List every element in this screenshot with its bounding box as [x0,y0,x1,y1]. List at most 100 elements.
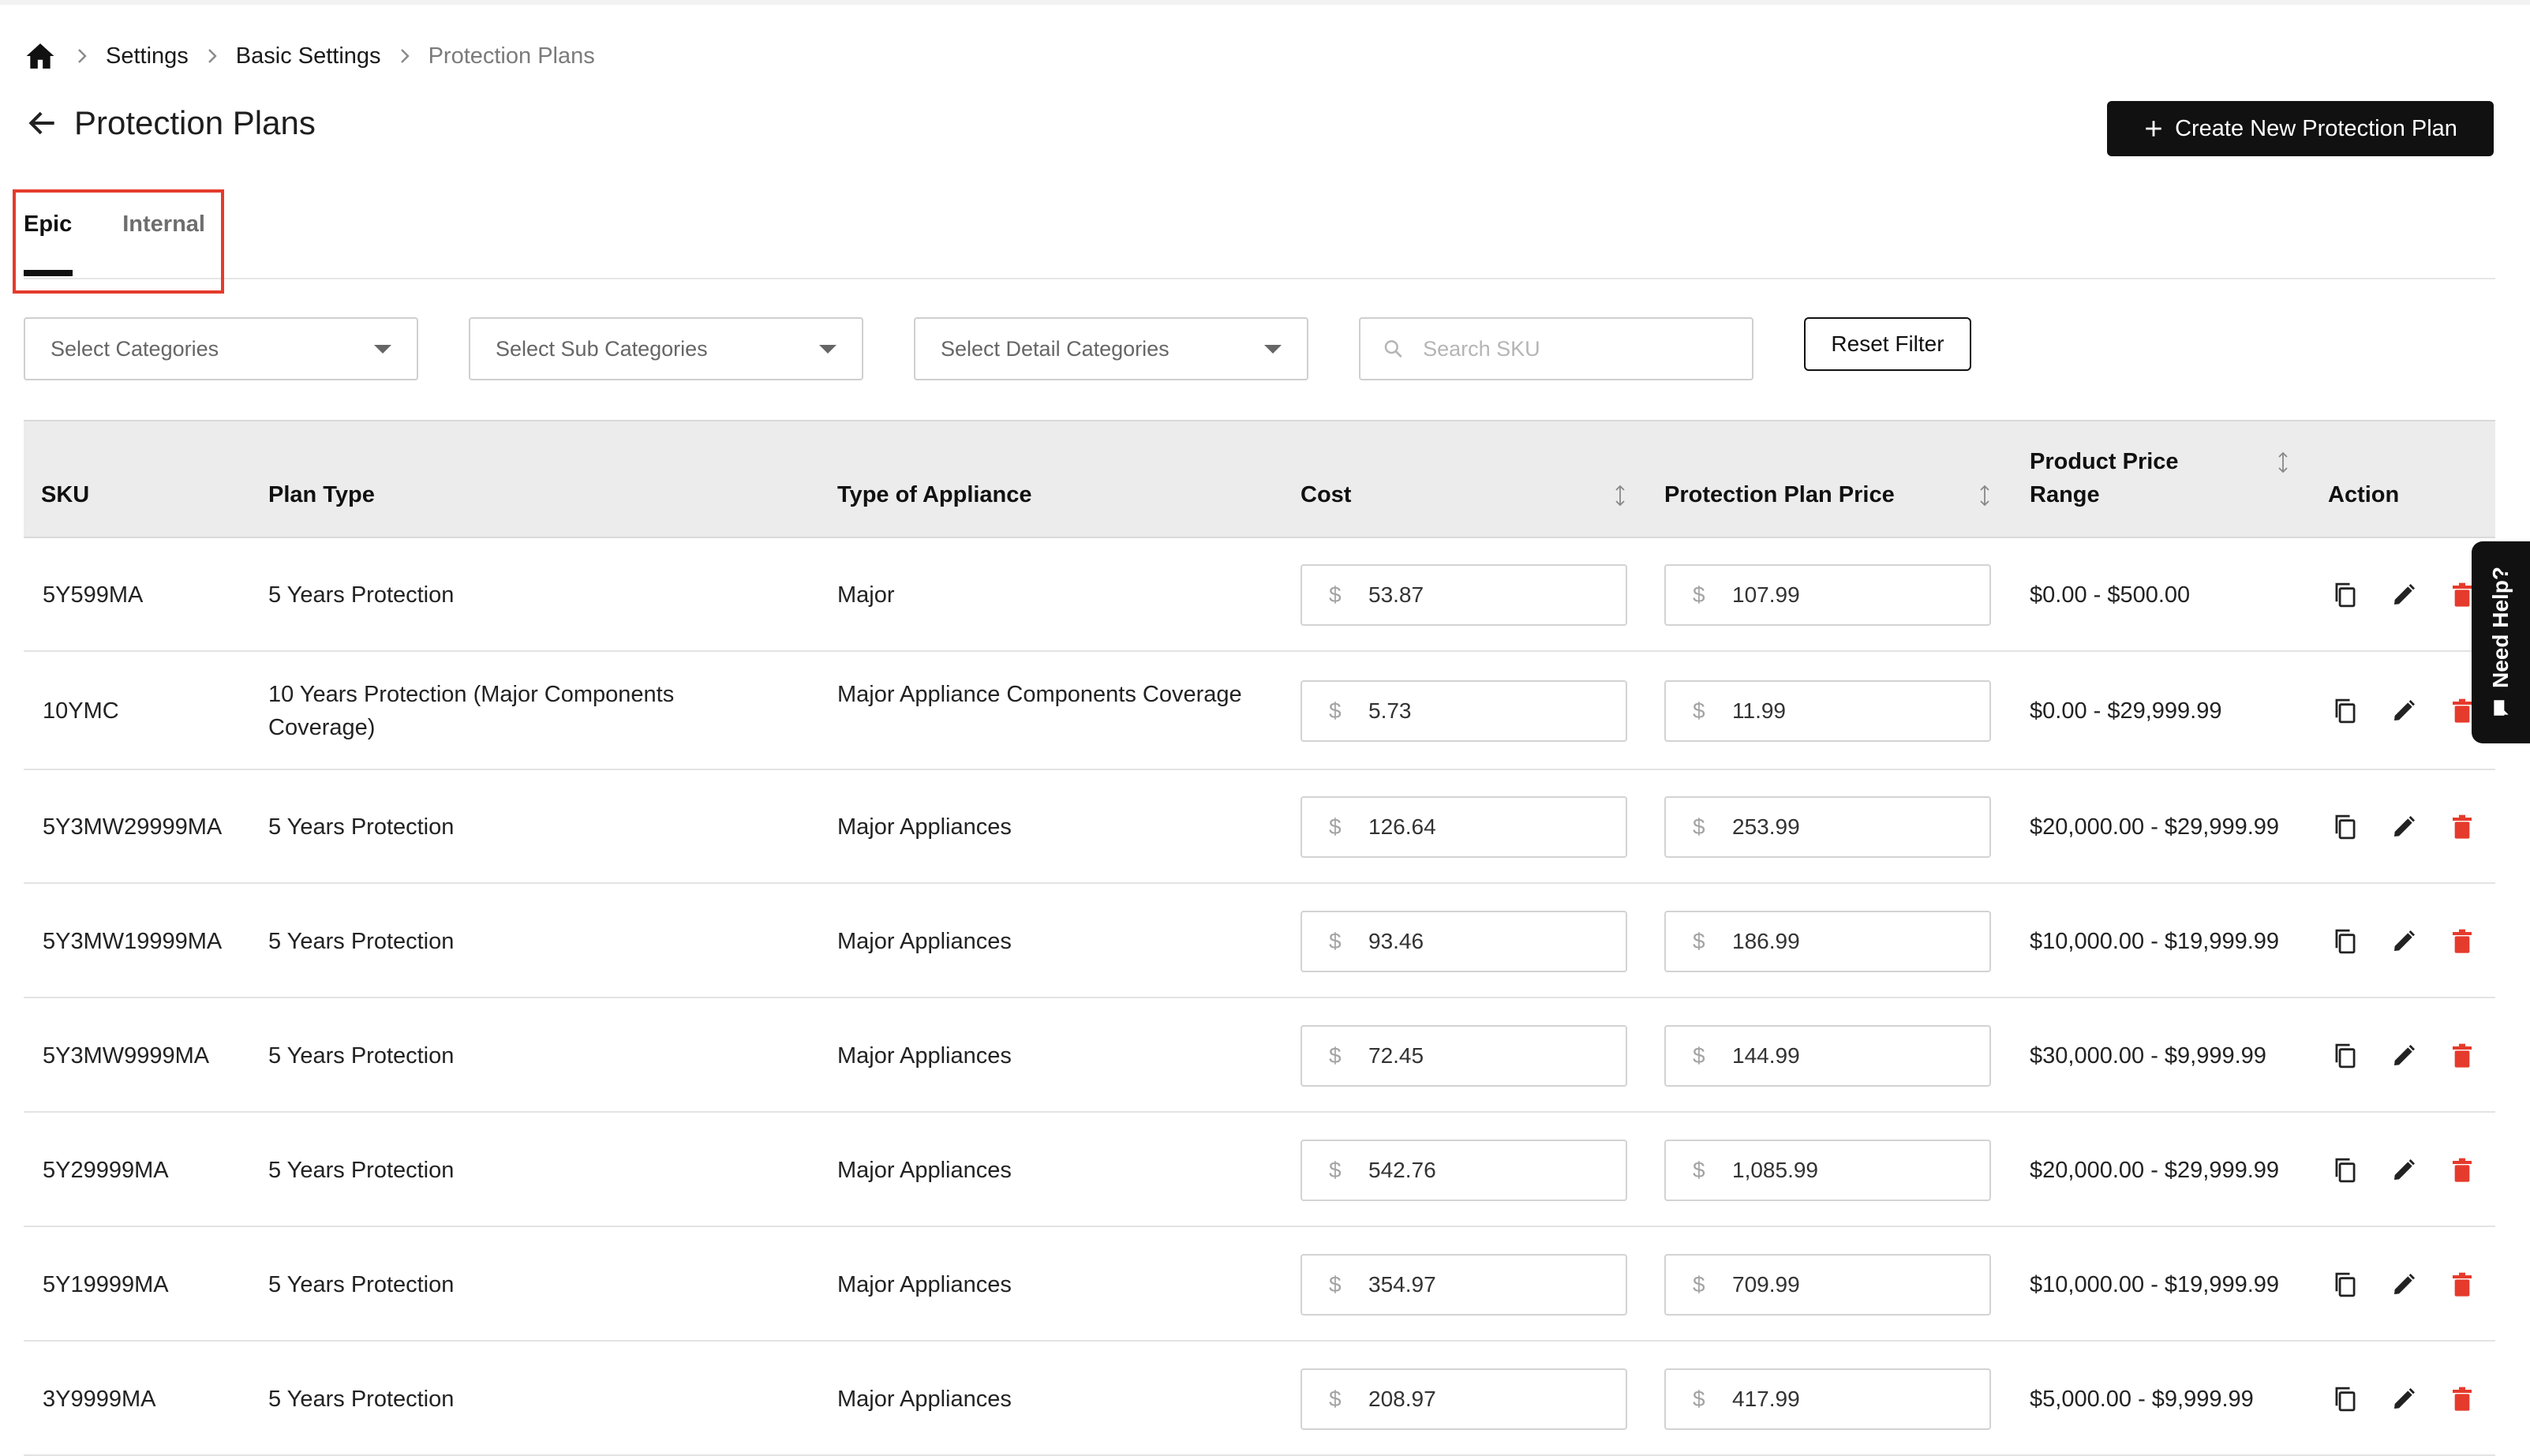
edit-icon[interactable] [2388,811,2420,843]
column-plan-type[interactable]: Plan Type [268,478,375,511]
search-sku-field[interactable] [1359,317,1753,380]
copy-icon[interactable] [2330,1040,2361,1072]
dollar-sign: $ [1693,1386,1705,1411]
breadcrumb: Settings Basic Settings Protection Plans [25,38,595,74]
table-row: 5Y19999MA 5 Years Protection Major Applian… [24,1227,2495,1342]
dollar-sign: $ [1693,582,1705,607]
select-detail-categories[interactable]: Select Detail Categories [914,317,1308,380]
edit-icon[interactable] [2388,926,2420,957]
dollar-sign: $ [1693,814,1705,839]
dollar-sign: $ [1693,1042,1705,1068]
cost-input[interactable] [1367,582,1607,608]
plan-price-field[interactable]: $ [1664,1024,1991,1087]
plan-price-field[interactable]: $ [1664,1253,1991,1316]
select-sub-categories[interactable]: Select Sub Categories [469,317,863,380]
cost-input[interactable] [1367,1271,1607,1298]
plan-price-field[interactable]: $ [1664,1368,1991,1430]
column-type-of-appliance[interactable]: Type of Appliance [837,478,1032,511]
cost-input[interactable] [1367,1042,1607,1069]
plan-price-input[interactable] [1731,582,1970,608]
dollar-sign: $ [1329,1042,1342,1068]
dollar-sign: $ [1329,928,1342,953]
copy-icon[interactable] [2330,1155,2361,1186]
home-icon[interactable] [25,39,58,73]
sku-cell: 5Y3MW19999MA [43,928,223,954]
sku-cell: 5Y29999MA [43,1157,169,1183]
delete-icon[interactable] [2446,1155,2478,1186]
cost-field[interactable]: $ [1301,1139,1627,1201]
plan-price-input[interactable] [1731,1042,1970,1069]
edit-icon[interactable] [2388,1383,2420,1415]
column-cost[interactable]: Cost [1301,478,1351,511]
plan-type-cell: 5 Years Protection [268,1271,455,1297]
cost-field[interactable]: $ [1301,680,1627,742]
page-title: Protection Plans [74,104,316,141]
select-categories[interactable]: Select Categories [24,317,418,380]
edit-icon[interactable] [2388,1155,2420,1186]
plan-price-field[interactable]: $ [1664,910,1991,972]
cost-input[interactable] [1367,1156,1607,1184]
delete-icon[interactable] [2446,1269,2478,1301]
back-arrow-icon[interactable] [25,106,60,140]
column-action: Action [2328,482,2400,507]
price-range-cell: $0.00 - $500.00 [2030,582,2191,608]
cost-field[interactable]: $ [1301,1253,1627,1316]
create-protection-plan-button[interactable]: Create New Protection Plan [2107,101,2494,156]
plan-price-input[interactable] [1731,1271,1970,1298]
plan-price-input[interactable] [1731,927,1970,955]
plan-price-input[interactable] [1731,814,1970,840]
edit-icon[interactable] [2388,1040,2420,1072]
copy-icon[interactable] [2330,811,2361,843]
delete-icon[interactable] [2446,1040,2478,1072]
column-protection-plan-price[interactable]: Protection Plan Price [1664,478,1895,511]
edit-icon[interactable] [2388,695,2420,727]
cost-field[interactable]: $ [1301,1368,1627,1430]
edit-icon[interactable] [2388,579,2420,611]
sort-icon[interactable] [1615,485,1626,507]
breadcrumb-basic-settings[interactable]: Basic Settings [236,43,381,69]
cost-field[interactable]: $ [1301,1024,1627,1087]
cost-input[interactable] [1367,814,1607,840]
breadcrumb-settings[interactable]: Settings [106,43,189,69]
plan-type-cell: 5 Years Protection [268,1386,455,1412]
edit-icon[interactable] [2388,1269,2420,1301]
cost-input[interactable] [1367,927,1607,955]
plan-price-field[interactable]: $ [1664,1139,1991,1201]
need-help-button[interactable]: Need Help? [2472,541,2530,743]
sort-icon[interactable] [1979,485,1990,507]
sort-icon[interactable] [2277,451,2289,473]
select-detail-categories-label: Select Detail Categories [941,336,1170,361]
copy-icon[interactable] [2330,926,2361,957]
sku-cell: 5Y19999MA [43,1271,169,1297]
cost-input[interactable] [1367,1385,1607,1413]
plan-price-input[interactable] [1731,1385,1970,1413]
delete-icon[interactable] [2446,1383,2478,1415]
delete-icon[interactable] [2446,926,2478,957]
table-row: 10YMC 10 Years Protection (Major Componen… [24,652,2495,770]
chevron-right-icon [189,47,236,65]
cost-field[interactable]: $ [1301,796,1627,858]
plan-price-field[interactable]: $ [1664,680,1991,742]
caret-down-icon [1264,344,1282,354]
copy-icon[interactable] [2330,579,2361,611]
plan-price-input[interactable] [1731,1156,1970,1184]
copy-icon[interactable] [2330,1269,2361,1301]
column-sku[interactable]: SKU [41,478,89,511]
cost-input[interactable] [1367,698,1607,724]
plan-price-field[interactable]: $ [1664,564,1991,626]
price-range-cell: $10,000.00 - $19,999.99 [2030,1271,2280,1297]
plan-price-field[interactable]: $ [1664,796,1991,858]
cost-field[interactable]: $ [1301,910,1627,972]
cost-field[interactable]: $ [1301,564,1627,626]
dollar-sign: $ [1329,698,1342,723]
reset-filter-button[interactable]: Reset Filter [1804,317,1971,371]
copy-icon[interactable] [2330,695,2361,727]
price-range-cell: $20,000.00 - $29,999.99 [2030,1157,2280,1183]
dollar-sign: $ [1329,582,1342,607]
column-product-price-range[interactable]: Product Price Range [2030,445,2179,511]
table-row: 5Y3MW19999MA 5 Years Protection Major Appl… [24,884,2495,998]
delete-icon[interactable] [2446,811,2478,843]
plan-price-input[interactable] [1731,698,1970,724]
search-sku-input[interactable] [1421,335,1730,362]
copy-icon[interactable] [2330,1383,2361,1415]
